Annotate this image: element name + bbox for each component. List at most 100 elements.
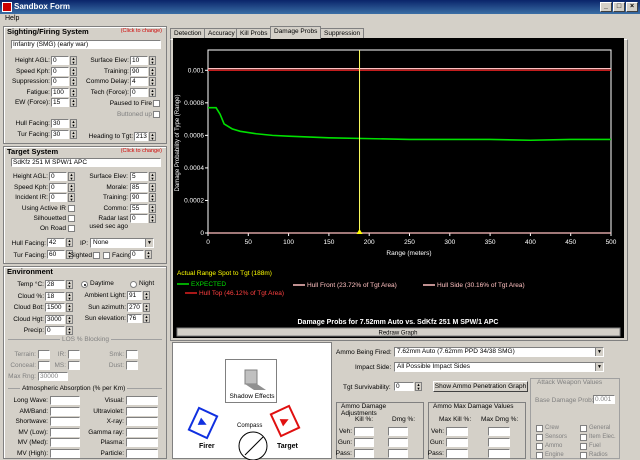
target-unit-field[interactable]: SdKfz 251 M SPW/1 APC — [11, 158, 161, 167]
sighting-click-hint[interactable]: (Click to change) — [121, 28, 162, 34]
sighting-left-field-4-spin[interactable]: ▲ ▼ — [70, 98, 77, 107]
daytime-radio[interactable] — [81, 281, 88, 288]
survivability-field[interactable]: 0 — [394, 382, 414, 391]
env-field-3-spin[interactable]: ▲ ▼ — [66, 314, 73, 324]
sighting-right-field-2-spin[interactable]: ▲ ▼ — [149, 77, 156, 86]
heading-to-tgt-field[interactable]: 213 — [134, 132, 148, 141]
env-right-field-0[interactable]: 91 — [127, 291, 142, 300]
tab-damage-probs[interactable]: Damage Probs — [270, 26, 322, 39]
target-right-field-4[interactable]: 0 — [130, 214, 148, 223]
silhouetted-checkbox[interactable] — [68, 215, 75, 222]
target-tur-facing-field[interactable]: 60 — [47, 250, 65, 259]
env-right-field-1-spin[interactable]: ▲ ▼ — [143, 302, 150, 312]
kill-pct-field-2[interactable] — [354, 449, 374, 458]
target-right-field-3[interactable]: 55 — [130, 203, 148, 213]
close-button[interactable]: × — [626, 2, 638, 12]
maximize-button[interactable]: □ — [613, 2, 625, 12]
max-kill-field-2[interactable] — [446, 449, 468, 458]
target-left-field-1[interactable]: 0 — [49, 182, 67, 192]
sighting-right-field-3-spin[interactable]: ▲ ▼ — [149, 87, 156, 97]
sighting-right-field-1-spin[interactable]: ▲ ▼ — [149, 66, 156, 76]
buttoned-up-checkbox[interactable] — [153, 111, 160, 118]
env-field-4[interactable]: 0 — [45, 326, 65, 335]
absorption-right-field-5[interactable] — [126, 448, 158, 458]
env-field-0[interactable]: 28 — [45, 280, 65, 289]
target-left-field-0-spin[interactable]: ▲ ▼ — [68, 172, 75, 181]
sighting-right-field-1[interactable]: 90 — [130, 66, 148, 76]
absorption-right-field-4[interactable] — [126, 438, 158, 447]
env-field-1[interactable]: 18 — [45, 291, 65, 301]
env-field-0-spin[interactable]: ▲ ▼ — [66, 280, 73, 289]
absorption-right-field-3[interactable] — [126, 427, 158, 437]
sighting-left-field-0-spin[interactable]: ▲ ▼ — [70, 56, 77, 65]
ip-combo[interactable]: None ▼ — [90, 238, 154, 248]
sighting-right-field-0-spin[interactable]: ▲ ▼ — [149, 56, 156, 65]
env-right-field-2-spin[interactable]: ▲ ▼ — [143, 314, 150, 323]
heading-to-tgt-field-spin[interactable]: ▲ ▼ — [149, 132, 156, 141]
absorption-left-field-2[interactable] — [50, 417, 80, 426]
env-field-2[interactable]: 1500 — [45, 303, 65, 312]
dmg-pct-field-2[interactable] — [388, 449, 408, 458]
absorption-left-field-4[interactable] — [50, 438, 80, 447]
sighting-left-field-4[interactable]: 15 — [51, 98, 69, 107]
env-right-field-2[interactable]: 76 — [127, 314, 142, 323]
env-field-3[interactable]: 3000 — [45, 314, 65, 324]
max-dmg-field-0[interactable] — [488, 427, 510, 436]
sighting-left-field-2[interactable]: 0 — [51, 77, 69, 86]
minimize-button[interactable]: _ — [600, 2, 612, 12]
target-right-field-1-spin[interactable]: ▲ ▼ — [149, 182, 156, 192]
env-field-4-spin[interactable]: ▲ ▼ — [66, 326, 73, 335]
sighting-right-field-0[interactable]: 10 — [130, 56, 148, 65]
sighted-checkbox[interactable] — [93, 252, 100, 259]
paused-to-fire-checkbox[interactable] — [153, 100, 160, 107]
absorption-right-field-1[interactable] — [126, 406, 158, 416]
env-field-2-spin[interactable]: ▲ ▼ — [66, 303, 73, 312]
target-hull-facing-field-spin[interactable]: ▲ ▼ — [66, 238, 73, 247]
target-right-field-3-spin[interactable]: ▲ ▼ — [149, 203, 156, 213]
target-right-field-2-spin[interactable]: ▲ ▼ — [149, 193, 156, 202]
max-kill-field-1[interactable] — [446, 438, 468, 447]
using-active-ir-checkbox[interactable] — [68, 205, 75, 212]
dmg-pct-field-0[interactable] — [388, 427, 408, 436]
dmg-pct-field-1[interactable] — [388, 438, 408, 447]
target-right-field-4-spin[interactable]: ▲ ▼ — [149, 214, 156, 223]
target-right-field-1[interactable]: 85 — [130, 182, 148, 192]
max-dmg-field-1[interactable] — [488, 438, 510, 447]
firer-tur-facing-field-spin[interactable]: ▲ ▼ — [70, 130, 77, 139]
sighting-right-field-2[interactable]: 4 — [130, 77, 148, 86]
max-dmg-field-2[interactable] — [488, 449, 510, 458]
absorption-left-field-1[interactable] — [50, 406, 80, 416]
kill-pct-field-0[interactable] — [354, 427, 374, 436]
menu-help[interactable]: Help — [5, 15, 19, 22]
firer-unit-field[interactable]: Infantry (SMG) (early war) — [11, 40, 161, 49]
night-radio[interactable] — [130, 281, 137, 288]
sighting-left-field-1-spin[interactable]: ▲ ▼ — [70, 66, 77, 76]
target-left-field-1-spin[interactable]: ▲ ▼ — [68, 182, 75, 192]
penetration-graph-button[interactable]: Show Ammo Penetration Graph — [433, 381, 528, 392]
facing-field-spin[interactable]: ▲ ▼ — [145, 250, 152, 259]
absorption-right-field-2[interactable] — [126, 417, 158, 426]
target-right-field-0[interactable]: 5 — [130, 172, 148, 181]
firer-hull-facing-field[interactable]: 30 — [51, 119, 69, 128]
absorption-left-field-5[interactable] — [50, 448, 80, 458]
sighting-left-field-3-spin[interactable]: ▲ ▼ — [70, 87, 77, 97]
sighting-left-field-0[interactable]: 0 — [51, 56, 69, 65]
target-left-field-0[interactable]: 0 — [49, 172, 67, 181]
facing-checkbox[interactable] — [103, 252, 110, 259]
target-left-field-2-spin[interactable]: ▲ ▼ — [68, 193, 75, 202]
sighting-left-field-2-spin[interactable]: ▲ ▼ — [70, 77, 77, 86]
sighting-left-field-1[interactable]: 0 — [51, 66, 69, 76]
on-road-checkbox[interactable] — [68, 225, 75, 232]
impact-combo[interactable]: All Possible Impact Sides ▼ — [394, 362, 604, 372]
ammo-combo[interactable]: 7.62mm Auto (7.62mm PPD 34/38 SMG) ▼ — [394, 347, 604, 357]
env-right-field-1[interactable]: 270 — [127, 302, 142, 312]
target-click-hint[interactable]: (Click to change) — [121, 148, 162, 154]
firer-hull-facing-field-spin[interactable]: ▲ ▼ — [70, 119, 77, 128]
survivability-spin[interactable]: ▲ ▼ — [415, 382, 422, 391]
absorption-left-field-3[interactable] — [50, 427, 80, 437]
kill-pct-field-1[interactable] — [354, 438, 374, 447]
env-field-1-spin[interactable]: ▲ ▼ — [66, 291, 73, 301]
target-hull-facing-field[interactable]: 42 — [47, 238, 65, 247]
facing-field[interactable]: 0 — [130, 250, 144, 259]
target-right-field-0-spin[interactable]: ▲ ▼ — [149, 172, 156, 181]
